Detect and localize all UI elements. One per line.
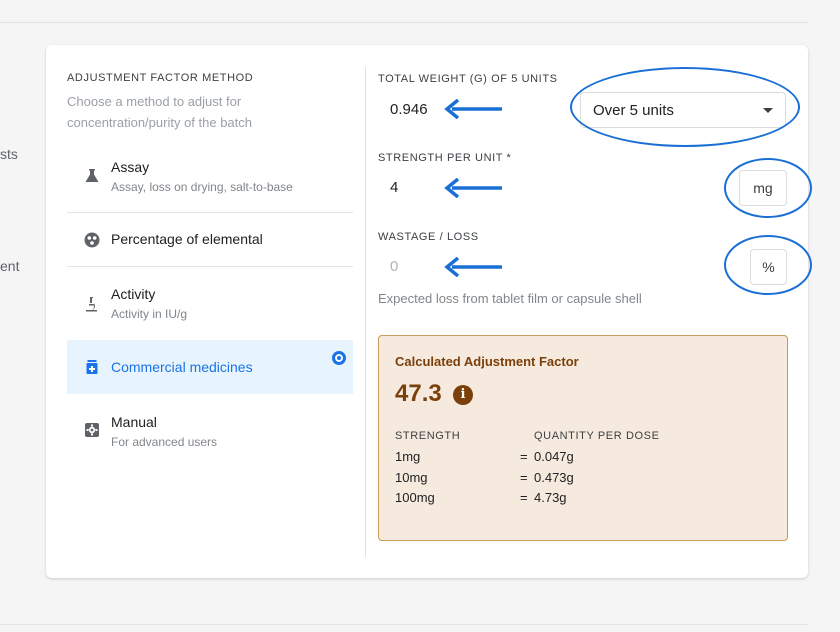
annotation-arrow-left-icon <box>444 99 504 119</box>
dose-equals: = <box>520 490 528 505</box>
flask-icon <box>84 168 100 184</box>
strength-input[interactable]: 4 <box>390 179 398 196</box>
annotation-arrow-left-icon <box>444 178 504 198</box>
background-text-fragment: sts <box>0 146 18 162</box>
wastage-label: WASTAGE / LOSS <box>378 231 479 243</box>
wastage-input[interactable]: 0 <box>390 258 398 275</box>
method-commercial-medicines[interactable]: Commercial medicines <box>67 340 353 394</box>
dose-quantity: 4.73g <box>534 490 567 505</box>
calculated-factor-panel: Calculated Adjustment Factor 47.3 i STRE… <box>378 335 788 541</box>
method-manual[interactable]: Manual For advanced users <box>67 397 353 463</box>
calculated-factor-value: 47.3 <box>395 380 442 407</box>
calculated-factor-title: Calculated Adjustment Factor <box>395 354 579 369</box>
molecule-icon <box>84 232 100 248</box>
total-weight-input[interactable]: 0.946 <box>390 101 428 118</box>
caret-down-icon <box>763 108 773 113</box>
dose-quantity: 0.047g <box>534 449 574 464</box>
method-heading: ADJUSTMENT FACTOR METHOD <box>67 72 254 84</box>
dose-quantity: 0.473g <box>534 470 574 485</box>
total-weight-label: TOTAL WEIGHT (G) OF 5 UNITS <box>378 73 558 85</box>
annotation-arrow-left-icon <box>444 257 504 277</box>
dose-equals: = <box>520 470 528 485</box>
strength-label: STRENGTH PER UNIT * <box>378 152 512 164</box>
info-icon[interactable]: i <box>453 385 473 405</box>
method-title: Assay <box>111 159 150 175</box>
method-subtitle: For advanced users <box>111 435 218 449</box>
dose-equals: = <box>520 449 528 464</box>
method-title: Percentage of elemental <box>111 231 263 247</box>
dose-strength: 100mg <box>395 490 435 505</box>
gear-icon <box>84 422 100 438</box>
strength-column-header: STRENGTH <box>395 430 461 442</box>
strength-unit[interactable]: mg <box>739 170 787 206</box>
method-percentage-elemental[interactable]: Percentage of elemental <box>67 213 353 267</box>
wastage-unit[interactable]: % <box>750 249 787 285</box>
vertical-divider <box>365 67 366 557</box>
units-select-value: Over 5 units <box>593 102 674 119</box>
top-divider <box>0 22 808 23</box>
wastage-hint: Expected loss from tablet film or capsul… <box>378 291 642 306</box>
method-subtitle: Choose a method to adjust for concentrat… <box>67 94 253 130</box>
method-title: Activity <box>111 286 156 302</box>
method-assay[interactable]: Assay Assay, loss on drying, salt-to-bas… <box>67 140 353 213</box>
medicine-bottle-icon <box>84 359 100 375</box>
background-text-fragment: ent <box>0 258 20 274</box>
method-activity[interactable]: Activity Activity in IU/g <box>67 267 353 340</box>
dose-strength: 10mg <box>395 470 428 485</box>
adjustment-factor-card: ADJUSTMENT FACTOR METHOD Choose a method… <box>46 45 812 578</box>
method-title: Manual <box>111 414 157 430</box>
method-subtitle: Assay, loss on drying, salt-to-base <box>111 180 293 194</box>
selected-radio-indicator[interactable] <box>332 351 346 365</box>
bottom-divider <box>0 624 808 625</box>
dose-strength: 1mg <box>395 449 421 464</box>
units-select[interactable]: Over 5 units <box>580 92 786 128</box>
quantity-column-header: QUANTITY PER DOSE <box>534 430 660 442</box>
method-subtitle: Activity in IU/g <box>111 307 188 321</box>
microscope-icon <box>84 296 100 312</box>
method-title: Commercial medicines <box>111 359 253 375</box>
